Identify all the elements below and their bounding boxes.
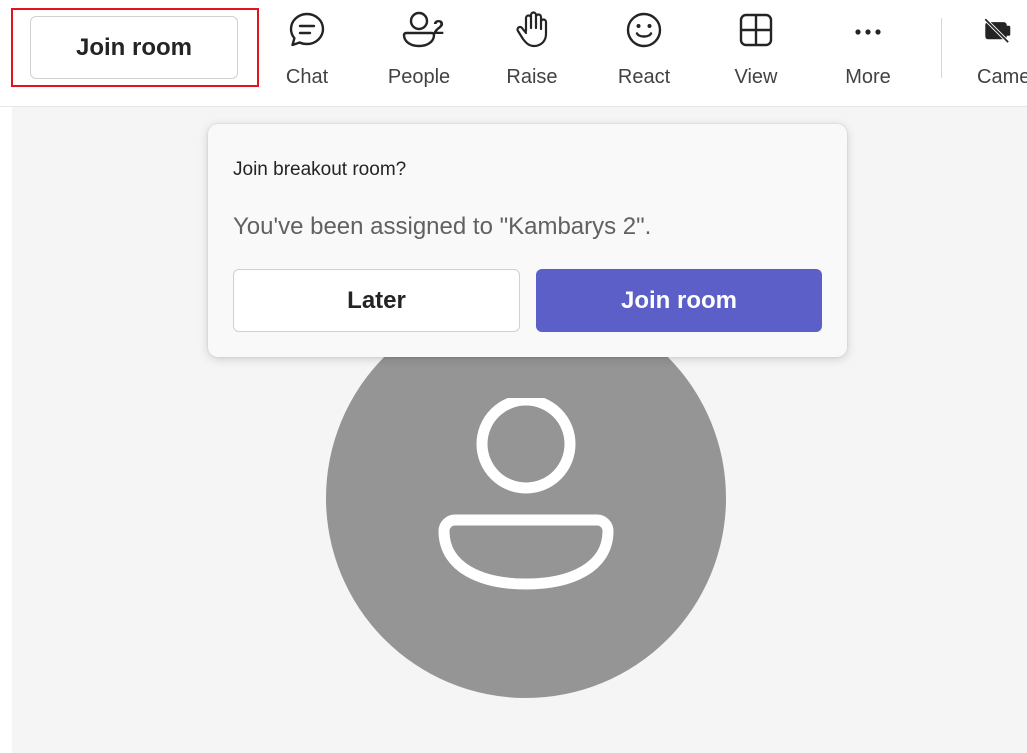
react-button[interactable]: React	[606, 8, 682, 92]
join-room-button[interactable]: Join room	[536, 269, 822, 332]
breakout-room-dialog: Join breakout room? You've been assigned…	[208, 124, 847, 357]
chat-icon	[287, 10, 327, 50]
chat-label: Chat	[285, 66, 329, 88]
person-icon	[438, 398, 614, 590]
camera-off-icon	[971, 10, 1011, 50]
join-room-toolbar-button[interactable]: Join room	[30, 16, 238, 79]
participant-avatar	[326, 298, 726, 698]
camera-button[interactable]: Came	[971, 8, 1027, 92]
react-label: React	[617, 66, 671, 88]
react-smiley-icon	[624, 10, 664, 50]
view-button[interactable]: View	[718, 8, 794, 92]
meeting-toolbar: Join room Chat 2 People Raise React View…	[0, 0, 1027, 107]
more-label: More	[845, 66, 891, 88]
raise-label: Raise	[506, 66, 558, 88]
people-count-badge: 2	[433, 17, 445, 39]
later-button[interactable]: Later	[233, 269, 520, 332]
chat-button[interactable]: Chat	[269, 8, 345, 92]
view-grid-icon	[736, 10, 776, 50]
dialog-title: Join breakout room?	[233, 159, 407, 180]
dialog-message: You've been assigned to "Kambarys 2".	[233, 213, 652, 240]
camera-label: Came	[977, 66, 1027, 88]
more-icon	[848, 10, 888, 50]
people-label: People	[387, 66, 451, 88]
view-label: View	[734, 66, 778, 88]
toolbar-divider	[941, 18, 942, 78]
more-button[interactable]: More	[830, 8, 906, 92]
raise-hand-button[interactable]: Raise	[494, 8, 570, 92]
raise-hand-icon	[512, 10, 552, 50]
people-icon: 2	[399, 10, 444, 50]
people-button[interactable]: 2 People	[381, 8, 457, 92]
